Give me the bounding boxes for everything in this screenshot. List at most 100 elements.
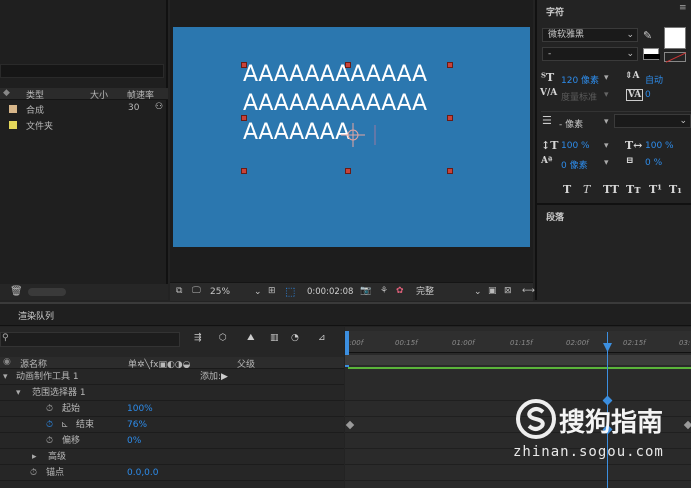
character-panel: 字符 ≡ 微软雅黑 ⌄ ✎ - ⌄ ᵀT 120 像素 ▾ ⇕A 自动 V/A … [535,0,691,300]
frame-blending-icon[interactable]: ▥ [270,333,279,343]
chevron-down-icon[interactable]: ▾ [604,158,609,168]
timeline-row-end[interactable]: ⏱ ⊾ 结束 76% [0,417,344,433]
always-preview-icon[interactable]: ⧉ [176,286,182,296]
composition-canvas[interactable]: AAAAAAAAAAAA AAAAAAAAAAAA AAAAAAA [173,27,530,247]
ruler-label: 01:00f [452,339,475,347]
eyedropper-icon[interactable]: ✎ [643,29,652,42]
chevron-down-icon[interactable]: ▾ [604,117,609,127]
font-style-select[interactable]: - ⌄ [542,47,638,61]
collapse-arrow-icon[interactable]: ▸ [32,449,37,465]
timeline-row-advanced[interactable]: ▸ 高级 [0,449,344,465]
thumbnail-size-slider[interactable] [28,288,66,296]
graph-icon[interactable]: ⊾ [61,417,69,433]
small-caps-button[interactable]: Tт [626,183,641,196]
graph-editor-icon[interactable]: ⊿ [318,333,326,343]
horizontal-scale-value[interactable]: 100 % [645,141,674,151]
faux-italic-button[interactable]: T [583,183,590,196]
property-value[interactable]: 76% [127,417,147,433]
bounding-box-handle[interactable] [241,115,247,121]
label-color-column-icon: ◆ [3,88,10,98]
project-panel [0,0,168,300]
baseline-shift-value[interactable]: 0 像素 [561,158,588,171]
tsume-value[interactable]: 0 % [645,158,662,168]
stroke-width-value[interactable]: - 像素 [559,117,583,130]
bounding-box-handle[interactable] [345,168,351,174]
timeline-row-offset[interactable]: ⏱ 偏移 0% [0,433,344,449]
bounding-box-handle[interactable] [241,168,247,174]
bounding-box-handle[interactable] [447,62,453,68]
expand-arrow-icon[interactable]: ▾ [16,385,21,401]
leading-value[interactable]: 自动 [645,73,663,86]
chevron-down-icon[interactable]: ▾ [604,73,609,83]
trash-icon[interactable]: 🗑 [10,286,23,297]
transparency-grid-icon[interactable]: ⊠ [504,286,512,296]
font-size-value[interactable]: 120 像素 [561,73,599,86]
anchor-point-icon[interactable] [341,123,381,163]
region-of-interest-icon[interactable]: ▣ [488,286,497,296]
work-area-bar[interactable] [345,355,691,365]
monitor-icon[interactable]: 🖵 [192,286,201,296]
project-search-input[interactable] [0,64,164,78]
bounding-box-handle[interactable] [447,168,453,174]
zoom-select[interactable]: 25% ⌄ [210,285,262,299]
stroke-color-swatch[interactable] [664,52,687,63]
color-channels-icon[interactable]: ✿ [396,286,404,296]
tracking-value[interactable]: 0 [645,90,651,100]
project-item-composition[interactable]: 合成 30 ⚇ [0,102,168,117]
show-snapshot-icon[interactable]: ⚘ [380,286,388,296]
time-ruler[interactable]: 0:00f 00:15f 01:00f 01:15f 02:00f 02:15f… [345,331,691,353]
current-timecode[interactable]: 0:00:02:08 [307,287,353,297]
stopwatch-active-icon[interactable]: ⏱ [46,417,53,433]
stroke-order-select[interactable]: ⌄ [614,114,691,128]
flowchart-icon[interactable]: ⚇ [155,102,163,112]
snapshot-icon[interactable]: 📷 [360,286,371,296]
font-family-select[interactable]: 微软雅黑 ⌄ [542,28,638,42]
subscript-button[interactable]: T₁ [669,183,682,196]
motion-blur-icon[interactable]: ◔ [291,333,299,343]
chevron-down-icon[interactable]: ▾ [604,90,609,100]
timeline-row-start[interactable]: ⏱ 起始 100% [0,401,344,417]
project-item-folder[interactable]: 文件夹 [0,118,168,133]
column-size[interactable]: 大小 [90,88,108,101]
keyframe-diamond[interactable] [345,420,355,430]
timeline-search-input[interactable]: ⚲ [0,332,180,347]
property-value[interactable]: 0% [127,433,141,449]
draft-3d-icon[interactable]: ⬡ [219,333,227,343]
paragraph-panel-title[interactable]: 段落 [546,210,564,223]
panel-menu-icon[interactable]: ≡ [679,3,687,13]
bounding-box-handle[interactable] [241,62,247,68]
column-fps[interactable]: 帧速率 [127,88,154,101]
chevron-down-icon[interactable]: ▾ [604,141,609,151]
mask-visibility-icon[interactable]: ⬚ [285,285,295,298]
timeline-row-anchor[interactable]: ⏱ 锚点 0.0,0.0 [0,465,344,481]
timeline-row-animator[interactable]: ▾ 动画制作工具 1 添加: ▶ [0,369,344,385]
property-value[interactable]: 0.0,0.0 [127,465,159,481]
stopwatch-icon[interactable]: ⏱ [30,465,37,481]
camera-view-icon[interactable]: ⟷ [522,286,535,296]
layer-duration-bar[interactable] [348,367,691,369]
column-type[interactable]: 类型 [26,88,44,101]
expand-arrow-icon[interactable]: ▾ [3,369,8,385]
kerning-icon: V/A [540,88,558,98]
bounding-box-handle[interactable] [447,115,453,121]
zoom-value: 25% [210,287,231,297]
stopwatch-icon[interactable]: ⏱ [46,433,53,449]
timeline-row-range-selector[interactable]: ▾ 范围选择器 1 [0,385,344,401]
property-value[interactable]: 100% [127,401,153,417]
resolution-select[interactable]: 完整 ⌄ [416,285,484,299]
bounding-box-handle[interactable] [345,62,351,68]
hide-shy-layers-icon[interactable]: ⛰ [247,333,255,343]
stopwatch-icon[interactable]: ⏱ [46,401,53,417]
kerning-value[interactable]: 度量标准 [561,90,597,103]
panel-title: 字符 [546,8,565,18]
grid-options-icon[interactable]: ⊞ [268,286,276,296]
vertical-scale-value[interactable]: 100 % [561,141,590,151]
faux-bold-button[interactable]: T [563,183,571,196]
add-property-icon[interactable]: ▶ [221,369,228,385]
fill-color-swatch[interactable] [664,27,686,49]
black-white-swatch-icon[interactable] [643,48,660,60]
render-queue-tab[interactable]: 渲染队列 [18,309,54,322]
all-caps-button[interactable]: TT [603,183,619,196]
composition-mini-flowchart-icon[interactable]: ⇶ [194,333,202,343]
superscript-button[interactable]: T¹ [649,183,662,196]
